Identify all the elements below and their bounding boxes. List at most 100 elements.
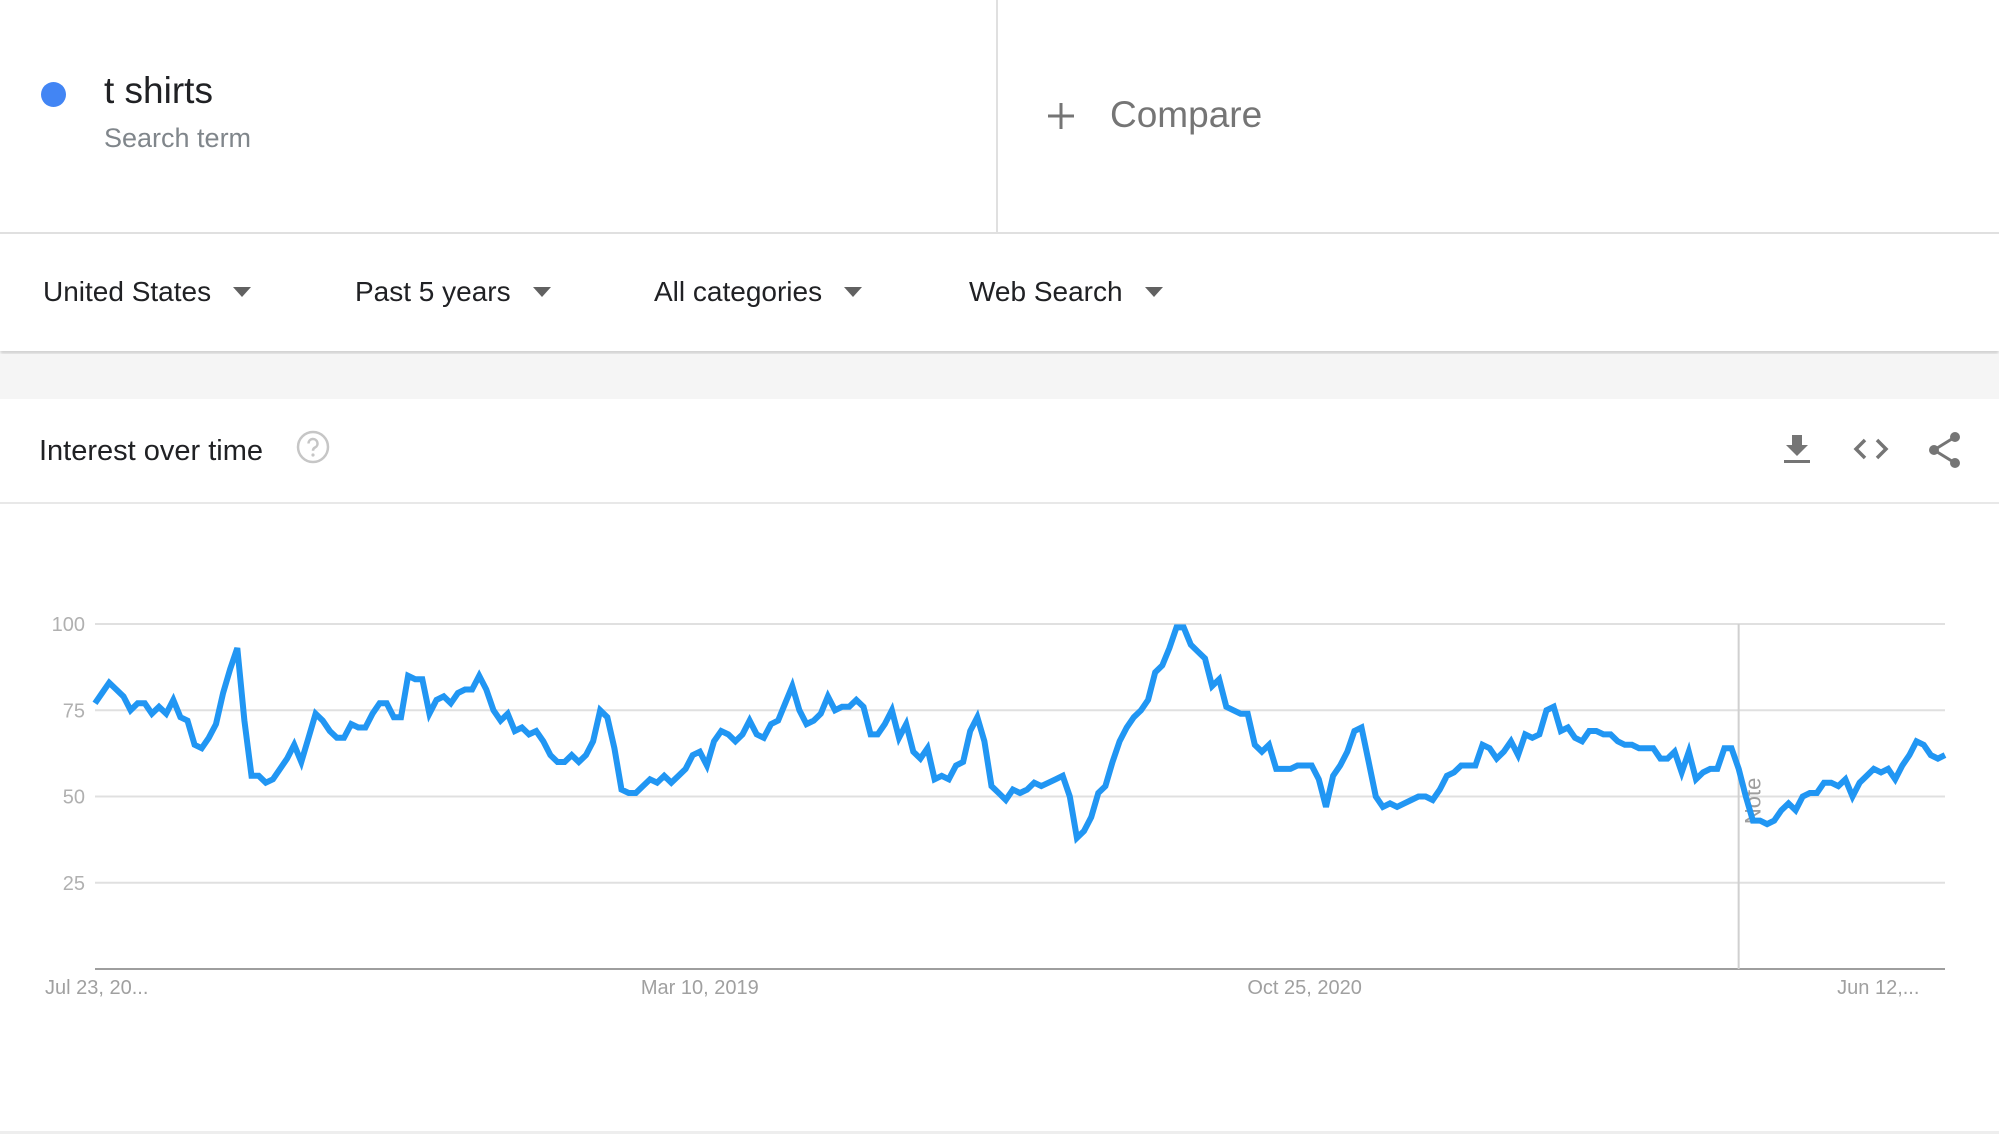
data-point[interactable] — [889, 707, 895, 713]
data-point[interactable] — [839, 704, 845, 710]
data-point[interactable] — [135, 700, 141, 706]
data-point[interactable] — [1892, 776, 1898, 782]
data-point[interactable] — [490, 707, 496, 713]
data-point[interactable] — [1501, 749, 1507, 755]
data-point[interactable] — [640, 783, 646, 789]
data-point[interactable] — [426, 711, 432, 717]
data-point[interactable] — [1060, 773, 1066, 779]
data-point[interactable] — [163, 711, 169, 717]
data-point[interactable] — [1188, 642, 1194, 648]
data-point[interactable] — [327, 728, 333, 734]
data-point[interactable] — [683, 766, 689, 772]
data-point[interactable] — [1245, 711, 1251, 717]
data-point[interactable] — [932, 776, 938, 782]
data-point[interactable] — [1287, 766, 1293, 772]
data-point[interactable] — [811, 718, 817, 724]
data-point[interactable] — [690, 752, 696, 758]
data-point[interactable] — [583, 752, 589, 758]
data-point[interactable] — [732, 738, 738, 744]
data-point[interactable] — [512, 728, 518, 734]
data-point[interactable] — [611, 745, 617, 751]
data-point[interactable] — [1551, 704, 1557, 710]
data-point[interactable] — [590, 738, 596, 744]
data-point[interactable] — [1081, 828, 1087, 834]
data-point[interactable] — [206, 735, 212, 741]
data-point[interactable] — [1615, 738, 1621, 744]
data-point[interactable] — [533, 728, 539, 734]
data-point[interactable] — [1088, 814, 1094, 820]
data-point[interactable] — [910, 749, 916, 755]
data-point[interactable] — [697, 749, 703, 755]
filter-category[interactable]: All categories — [654, 276, 863, 308]
data-point[interactable] — [1821, 780, 1827, 786]
filter-search-type[interactable]: Web Search — [969, 276, 1163, 308]
data-point[interactable] — [476, 673, 482, 679]
data-point[interactable] — [263, 780, 269, 786]
data-point[interactable] — [1045, 780, 1051, 786]
data-point[interactable] — [1608, 731, 1614, 737]
data-point[interactable] — [177, 714, 183, 720]
data-point[interactable] — [1017, 790, 1023, 796]
data-point[interactable] — [320, 718, 326, 724]
data-point[interactable] — [725, 731, 731, 737]
data-point[interactable] — [1095, 790, 1101, 796]
data-point[interactable] — [1444, 773, 1450, 779]
data-point[interactable] — [526, 731, 532, 737]
data-point[interactable] — [1885, 766, 1891, 772]
data-point[interactable] — [789, 683, 795, 689]
download-icon[interactable] — [1779, 431, 1815, 467]
data-point[interactable] — [1387, 800, 1393, 806]
data-point[interactable] — [1159, 662, 1165, 668]
data-point[interactable] — [647, 776, 653, 782]
data-point[interactable] — [1785, 800, 1791, 806]
data-point[interactable] — [974, 714, 980, 720]
data-point[interactable] — [1181, 624, 1187, 630]
data-point[interactable] — [1010, 787, 1016, 793]
data-point[interactable] — [1544, 707, 1550, 713]
data-point[interactable] — [1074, 835, 1080, 841]
data-point[interactable] — [1351, 728, 1357, 734]
data-point[interactable] — [1117, 738, 1123, 744]
data-point[interactable] — [1252, 742, 1258, 748]
filter-region[interactable]: United States — [43, 276, 252, 308]
data-point[interactable] — [1899, 762, 1905, 768]
data-point[interactable] — [1316, 776, 1322, 782]
data-point[interactable] — [1330, 773, 1336, 779]
data-point[interactable] — [185, 718, 191, 724]
data-point[interactable] — [92, 700, 98, 706]
data-point[interactable] — [519, 725, 525, 731]
data-point[interactable] — [939, 773, 945, 779]
data-point[interactable] — [626, 790, 632, 796]
data-point[interactable] — [120, 693, 126, 699]
data-point[interactable] — [156, 704, 162, 710]
data-point[interactable] — [1643, 745, 1649, 751]
data-point[interactable] — [1209, 683, 1215, 689]
data-point[interactable] — [313, 711, 319, 717]
data-point[interactable] — [619, 787, 625, 793]
data-point[interactable] — [1750, 818, 1756, 824]
data-point[interactable] — [1878, 769, 1884, 775]
data-point[interactable] — [604, 714, 610, 720]
data-point[interactable] — [1145, 697, 1151, 703]
data-point[interactable] — [1031, 780, 1037, 786]
data-point[interactable] — [1494, 756, 1500, 762]
data-point[interactable] — [170, 697, 176, 703]
data-point[interactable] — [334, 735, 340, 741]
data-point[interactable] — [341, 735, 347, 741]
data-point[interactable] — [782, 700, 788, 706]
data-point[interactable] — [1480, 742, 1486, 748]
data-point[interactable] — [1223, 704, 1229, 710]
data-point[interactable] — [896, 735, 902, 741]
data-point[interactable] — [305, 735, 311, 741]
data-point[interactable] — [875, 731, 881, 737]
data-point[interactable] — [1935, 756, 1941, 762]
data-point[interactable] — [1721, 745, 1727, 751]
share-icon[interactable] — [1927, 431, 1963, 468]
data-point[interactable] — [234, 645, 240, 651]
data-point[interactable] — [981, 738, 987, 744]
data-point[interactable] — [946, 776, 952, 782]
data-point[interactable] — [1408, 797, 1414, 803]
data-point[interactable] — [1914, 738, 1920, 744]
help-circle-icon[interactable] — [296, 430, 330, 464]
data-point[interactable] — [540, 738, 546, 744]
